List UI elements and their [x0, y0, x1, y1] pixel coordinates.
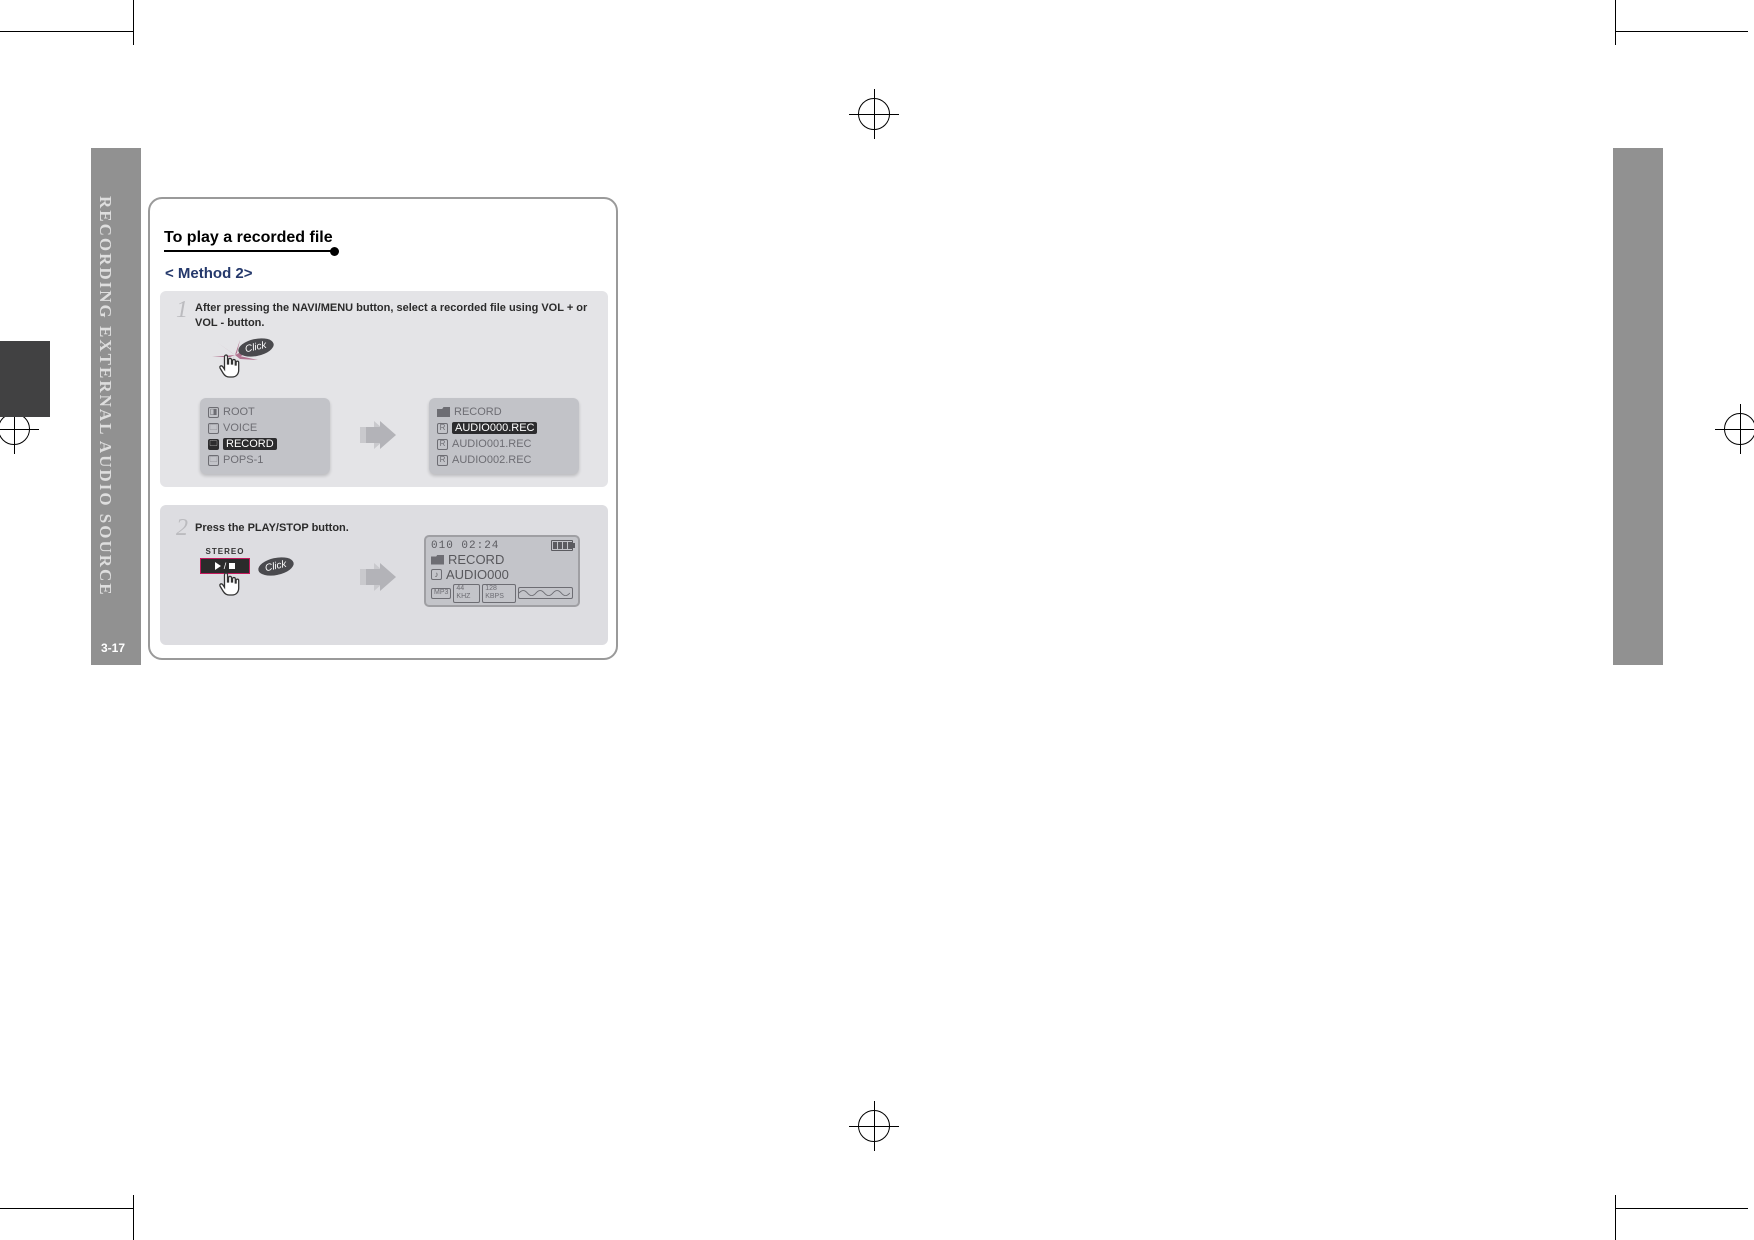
codec-chip: MP3	[431, 588, 451, 598]
section-dot-icon	[330, 247, 339, 256]
play-icon	[215, 562, 221, 570]
item-label-selected: AUDIO000.REC	[452, 422, 537, 434]
playback-info-row: MP3 44 KHZ 128 KBPS	[431, 584, 573, 603]
registration-mark	[1724, 413, 1754, 445]
list-item: RECORD	[437, 404, 571, 420]
playback-file: AUDIO000	[446, 567, 509, 582]
list-item: 🗀 RECORD	[208, 436, 322, 452]
click-badge: Click	[257, 554, 295, 578]
registration-mark	[0, 413, 30, 445]
item-label: POPS-1	[223, 454, 263, 466]
playback-folder: RECORD	[448, 552, 504, 567]
playback-counter: 010 02:24	[431, 540, 499, 552]
stereo-label: STEREO	[200, 547, 250, 556]
section-heading: To play a recorded file	[164, 229, 333, 250]
list-item: R AUDIO000.REC	[437, 420, 571, 436]
battery-icon	[551, 540, 573, 551]
crop-mark	[1615, 1195, 1616, 1240]
file-icon: R	[437, 423, 448, 434]
drive-icon: ◨	[208, 407, 219, 418]
right-margin-block	[1613, 148, 1663, 665]
stop-icon	[229, 563, 235, 569]
step-instruction: Press the PLAY/STOP button.	[195, 521, 395, 536]
note-icon: ♪	[431, 569, 442, 580]
hand-cursor-icon	[218, 571, 240, 602]
item-label-selected: RECORD	[223, 438, 277, 450]
section-tab-title: RECORDING EXTERNAL AUDIO SOURCE	[95, 196, 115, 597]
waveform-icon	[518, 587, 573, 599]
step-block-1: 1 After pressing the NAVI/MENU button, s…	[160, 291, 608, 487]
crop-mark	[1615, 1208, 1748, 1209]
playback-folder-row: RECORD	[431, 552, 573, 567]
crop-mark	[133, 1195, 134, 1240]
folder-icon: 🗀	[208, 439, 219, 450]
stereo-control: STEREO /	[200, 547, 250, 574]
item-label: RECORD	[454, 406, 502, 418]
folder-icon: 🗀	[208, 423, 219, 434]
list-item: 🗀 POPS-1	[208, 452, 322, 468]
step-number: 1	[176, 297, 188, 324]
playback-file-row: ♪ AUDIO000	[431, 567, 573, 582]
folder-icon: 🗀	[208, 455, 219, 466]
page-number: 3-17	[101, 641, 125, 655]
section-subhead: < Method 2>	[165, 265, 253, 282]
hand-cursor-icon	[218, 353, 240, 384]
lcd-screen-playback: 010 02:24 RECORD ♪ AUDIO000 MP3 44 KHZ 12…	[424, 535, 580, 607]
sidebar-accent	[0, 341, 50, 417]
step-number: 2	[176, 515, 188, 542]
item-label: VOICE	[223, 422, 257, 434]
item-label: AUDIO002.REC	[452, 454, 531, 466]
crop-mark	[0, 31, 133, 32]
lcd-screen-files: RECORD R AUDIO000.REC R AUDIO001.REC R AUDI…	[429, 398, 579, 474]
step-block-2: 2 Press the PLAY/STOP button. STEREO / C…	[160, 505, 608, 645]
flow-arrow-icon	[360, 563, 396, 591]
content-panel: To play a recorded file < Method 2> 1 Af…	[148, 197, 618, 660]
crop-mark	[0, 1208, 133, 1209]
list-item: 🗀 VOICE	[208, 420, 322, 436]
folder-open-icon	[431, 555, 444, 565]
list-item: R AUDIO001.REC	[437, 436, 571, 452]
kbps-chip: 128 KBPS	[482, 584, 516, 603]
registration-mark	[858, 1110, 890, 1142]
crop-mark	[1615, 0, 1616, 45]
section-title-text: To play a recorded file	[164, 229, 333, 250]
list-item: R AUDIO002.REC	[437, 452, 571, 468]
slash-icon: /	[224, 561, 227, 571]
flow-arrow-icon	[360, 421, 396, 449]
crop-mark	[133, 0, 134, 45]
crop-mark	[1615, 31, 1748, 32]
registration-mark	[858, 98, 890, 130]
item-label: AUDIO001.REC	[452, 438, 531, 450]
item-label: ROOT	[223, 406, 255, 418]
playback-header: 010 02:24	[431, 540, 573, 552]
file-icon: R	[437, 439, 448, 450]
section-underline	[164, 250, 332, 252]
file-icon: R	[437, 455, 448, 466]
list-item: ◨ ROOT	[208, 404, 322, 420]
folder-open-icon	[437, 407, 450, 417]
step-instruction: After pressing the NAVI/MENU button, sel…	[195, 301, 595, 331]
khz-chip: 44 KHZ	[453, 584, 480, 603]
lcd-screen-folders: ◨ ROOT 🗀 VOICE 🗀 RECORD 🗀 POPS-1	[200, 398, 330, 474]
